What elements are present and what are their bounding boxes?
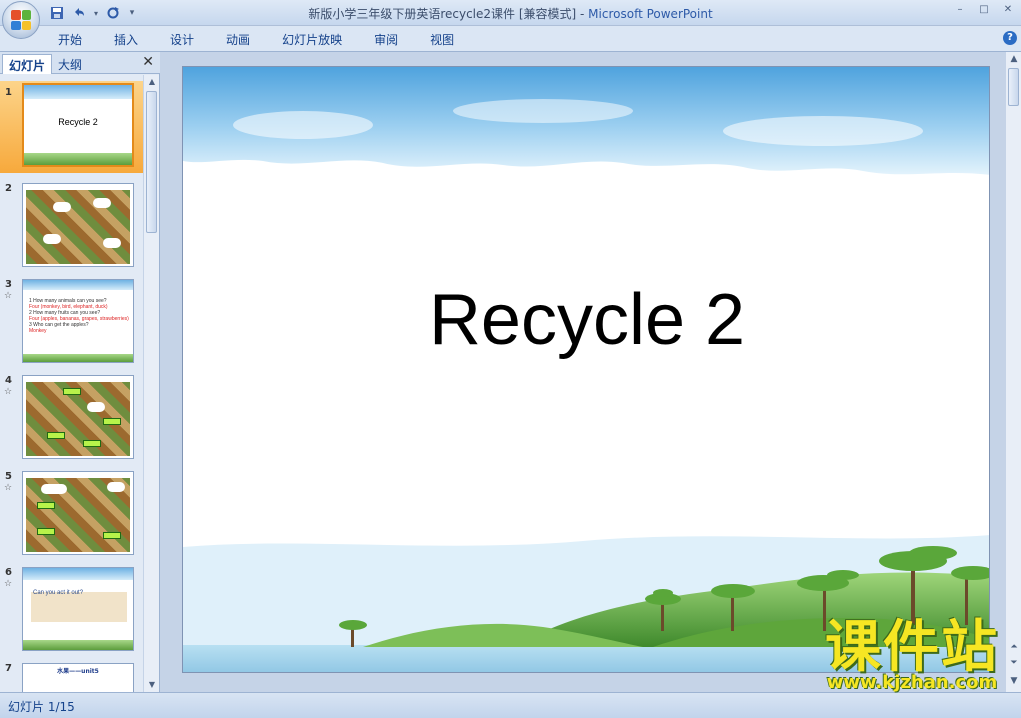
- window-title: 新版小学三年级下册英语recycle2课件 [兼容模式] - Microsoft…: [0, 5, 1021, 22]
- thumbnail-number: 6: [5, 567, 12, 578]
- animation-star-icon: ☆: [4, 579, 13, 589]
- tab-outline[interactable]: 大纲: [52, 54, 88, 74]
- thumbnail-text: 1 How many animals can you see? Four (mo…: [29, 298, 129, 334]
- previous-slide-icon[interactable]: ⏶: [1008, 642, 1020, 652]
- watermark-brand: 课件站: [825, 615, 999, 680]
- thumbnail-row-7[interactable]: 7 水果——unit5: [0, 657, 144, 692]
- thumbnail-row-6[interactable]: 6 ☆ Can you act it out?: [0, 561, 144, 653]
- thumbnail-slide-4[interactable]: [22, 375, 134, 459]
- thumbnail-list: 1 Recycle 2 2 3 ☆ 1 How many animals can…: [0, 75, 144, 692]
- thumbnail-slide-5[interactable]: [22, 471, 134, 555]
- thumbnail-number: 7: [5, 663, 12, 674]
- watermark-url: www.kjzhan.com: [826, 672, 998, 693]
- slide-background: [183, 67, 989, 672]
- maximize-icon[interactable]: □: [975, 3, 993, 17]
- slide-title[interactable]: Recycle 2: [183, 279, 989, 361]
- thumbnail-line: Monkey: [29, 328, 47, 334]
- animation-star-icon: ☆: [4, 291, 13, 301]
- scroll-up-icon[interactable]: ▲: [1008, 54, 1020, 64]
- thumbnail-number: 3: [5, 279, 12, 290]
- tab-review[interactable]: 审阅: [374, 31, 412, 48]
- minimize-icon[interactable]: –: [951, 3, 969, 17]
- slide-editor: Recycle 2: [160, 52, 1005, 692]
- tab-design[interactable]: 设计: [170, 31, 208, 48]
- thumbnail-slide-2[interactable]: [22, 183, 134, 267]
- title-separator: -: [576, 7, 589, 21]
- tab-view[interactable]: 视图: [430, 31, 468, 48]
- thumbnail-text: 水果——unit5: [57, 668, 99, 675]
- tab-home[interactable]: 开始: [58, 31, 96, 48]
- thumbnail-row-3[interactable]: 3 ☆ 1 How many animals can you see? Four…: [0, 273, 144, 365]
- document-title: 新版小学三年级下册英语recycle2课件 [兼容模式]: [308, 7, 577, 21]
- thumbnail-scrollbar[interactable]: ▲ ▼: [143, 75, 159, 692]
- thumbnail-row-1[interactable]: 1 Recycle 2: [0, 81, 144, 173]
- thumbnail-slide-3[interactable]: 1 How many animals can you see? Four (mo…: [22, 279, 134, 363]
- thumbnail-slide-1[interactable]: Recycle 2: [22, 83, 134, 167]
- thumbnail-row-2[interactable]: 2: [0, 177, 144, 269]
- close-icon[interactable]: ✕: [999, 3, 1017, 17]
- help-icon[interactable]: ?: [1003, 31, 1017, 45]
- app-name: Microsoft PowerPoint: [588, 7, 713, 21]
- current-slide[interactable]: Recycle 2: [182, 66, 990, 673]
- status-bar: 幻灯片 1/15: [0, 692, 1021, 718]
- scrollbar-thumb[interactable]: [1008, 68, 1019, 106]
- tab-insert[interactable]: 插入: [114, 31, 152, 48]
- tab-animations[interactable]: 动画: [226, 31, 264, 48]
- slide-counter: 幻灯片 1/15: [8, 700, 75, 714]
- close-pane-icon[interactable]: ✕: [142, 54, 154, 70]
- thumbnail-number: 4: [5, 375, 12, 386]
- animation-star-icon: ☆: [4, 483, 13, 493]
- pane-tabs: 幻灯片 大纲 ✕: [0, 52, 160, 74]
- watermark-logo: 课件站 www.kjzhan.com: [825, 615, 999, 694]
- ribbon-tabs: 开始 插入 设计 动画 幻灯片放映 审阅 视图: [58, 31, 486, 48]
- editor-scrollbar[interactable]: ▲ ⏶ ⏷ ▼: [1005, 52, 1021, 692]
- window-controls: – □ ✕: [951, 3, 1017, 17]
- scroll-down-icon[interactable]: ▼: [1008, 676, 1020, 686]
- office-button[interactable]: [2, 1, 40, 39]
- tab-slideshow[interactable]: 幻灯片放映: [282, 31, 356, 48]
- thumbnail-text: Can you act it out?: [33, 590, 84, 596]
- scrollbar-thumb[interactable]: [146, 91, 157, 233]
- scroll-up-icon[interactable]: ▲: [147, 77, 157, 87]
- thumbnail-number: 2: [5, 183, 12, 194]
- office-logo-icon: [11, 10, 31, 30]
- slides-pane: 幻灯片 大纲 ✕ 1 Recycle 2 2 3 ☆ 1 How many an…: [0, 52, 160, 692]
- thumbnail-slide-7[interactable]: 水果——unit5: [22, 663, 134, 692]
- next-slide-icon[interactable]: ⏷: [1008, 658, 1020, 668]
- thumbnail-number: 5: [5, 471, 12, 482]
- thumbnail-title: Recycle 2: [58, 117, 98, 127]
- scroll-down-icon[interactable]: ▼: [147, 680, 157, 690]
- tab-slides[interactable]: 幻灯片: [2, 54, 53, 74]
- ribbon: 开始 插入 设计 动画 幻灯片放映 审阅 视图 ?: [0, 26, 1021, 52]
- title-bar: ▾ ▾ 新版小学三年级下册英语recycle2课件 [兼容模式] - Micro…: [0, 0, 1021, 39]
- thumbnail-number: 1: [5, 87, 12, 98]
- thumbnail-row-5[interactable]: 5 ☆: [0, 465, 144, 557]
- animation-star-icon: ☆: [4, 387, 13, 397]
- thumbnail-row-4[interactable]: 4 ☆: [0, 369, 144, 461]
- thumbnail-slide-6[interactable]: Can you act it out?: [22, 567, 134, 651]
